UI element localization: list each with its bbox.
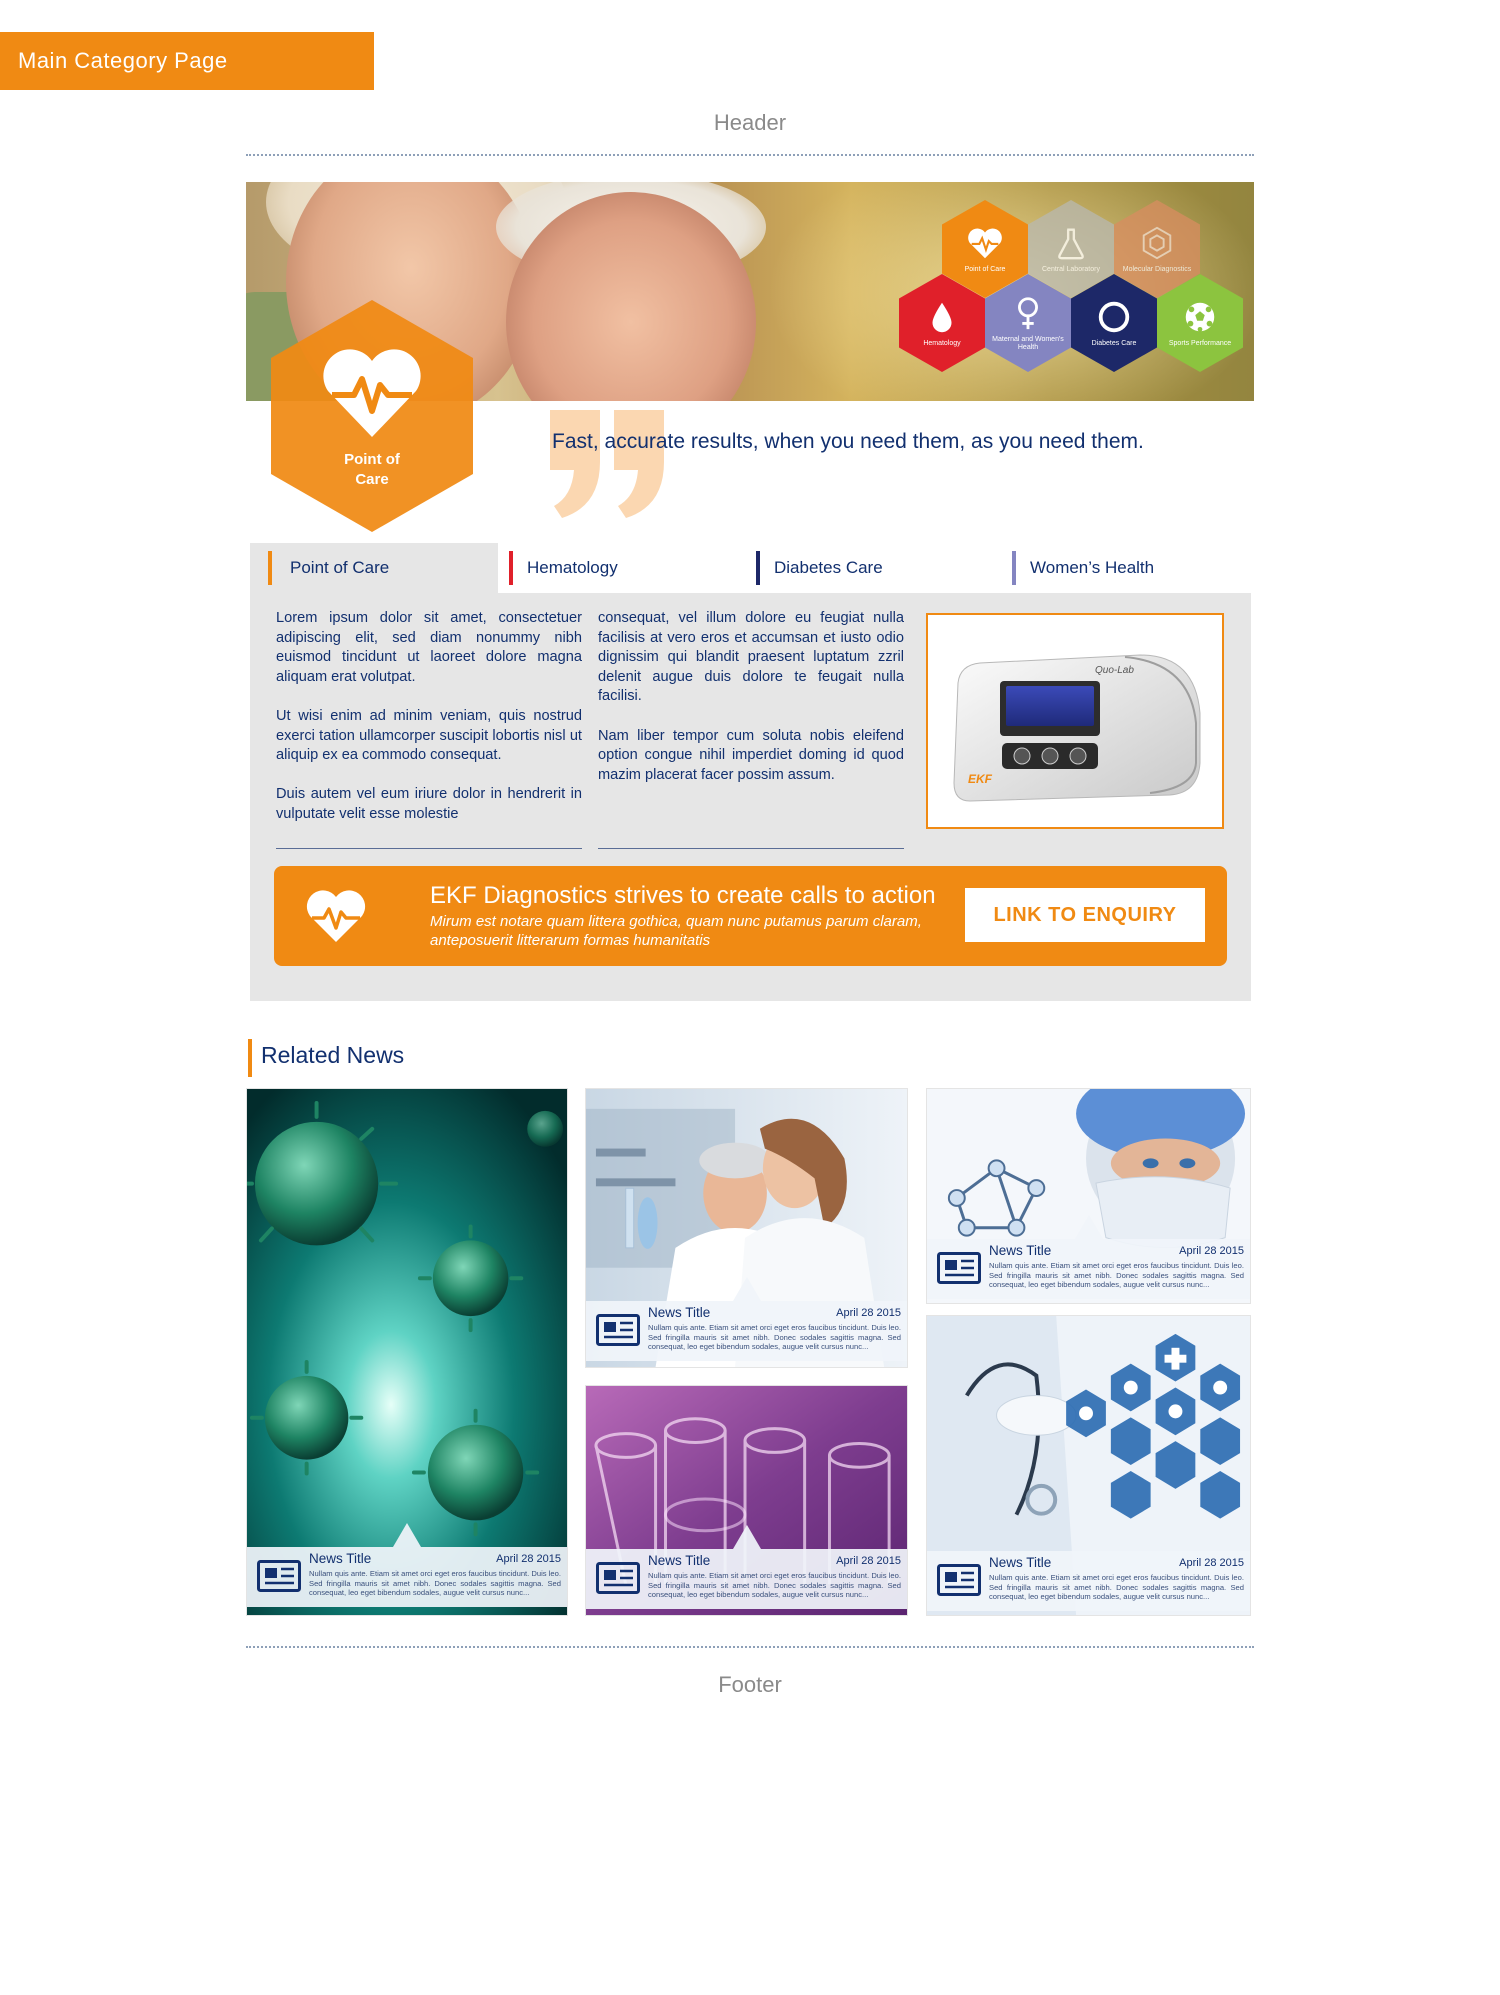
header-placeholder: Header [713,110,787,135]
hex-label: Point of Care [964,266,1006,273]
product-image: Quo-Lab EKF [926,613,1224,829]
news-excerpt: Nullam quis ante. Etiam sit amet orci eg… [648,1571,901,1600]
section-accent-bar [248,1039,252,1077]
card-notch [1074,1215,1103,1239]
card-notch [732,1277,761,1301]
content-column-2: consequat, vel illum dolore eu feugiat n… [598,609,904,805]
news-card[interactable]: News Title April 28 2015 Nullam quis ant… [246,1088,568,1616]
svg-text:Quo-Lab: Quo-Lab [1095,665,1134,676]
enquiry-button[interactable]: LINK TO ENQUIRY [965,888,1205,942]
newspaper-icon [937,1252,981,1284]
news-card-meta: News Title April 28 2015 Nullam quis ant… [586,1525,907,1609]
news-card-meta: News Title April 28 2015 Nullam quis ant… [247,1523,567,1607]
quote-mark-icon [550,410,664,518]
news-card-meta: News Title April 28 2015 Nullam quis ant… [927,1215,1250,1299]
header-divider [246,154,1254,156]
tab-label: Point of Care [290,558,390,577]
tab-diabetes-care[interactable]: Diabetes Care [756,543,976,593]
tab-label: Hematology [527,558,618,577]
paragraph: Ut wisi enim ad minim veniam, quis nostr… [276,707,582,764]
tab-label: Women’s Health [1030,558,1155,577]
newspaper-icon [596,1562,640,1594]
cta-title: EKF Diagnostics strives to create calls … [430,882,936,909]
column-divider [276,848,582,849]
call-to-action-banner: EKF Diagnostics strives to create calls … [274,866,1227,966]
svg-text:EKF: EKF [968,772,993,786]
football-icon [1185,302,1215,332]
news-card-meta: News Title April 28 2015 Nullam quis ant… [586,1277,907,1361]
news-title: News Title [989,1243,1052,1258]
card-notch [393,1523,421,1547]
paragraph: Lorem ipsum dolor sit amet, consectetuer… [276,610,582,685]
heart-pulse-icon [306,890,366,942]
hex-label: Molecular Diagnostics [1122,266,1192,273]
paragraph: Duis autem vel eum iriure dolor in hendr… [276,786,582,822]
paragraph: consequat, vel illum dolore eu feugiat n… [598,610,904,705]
hex-label: Sports Performance [1168,340,1232,347]
blood-drop-icon [932,302,952,333]
molecule-icon [1142,226,1172,260]
female-icon [1018,297,1038,330]
hex-label: Hematology [923,340,961,347]
related-news-heading: Related News [261,1042,405,1068]
news-excerpt: Nullam quis ante. Etiam sit amet orci eg… [648,1323,901,1352]
newspaper-icon [257,1560,301,1592]
heart-pulse-icon [968,228,1002,259]
analyzer-device-image: Quo-Lab EKF [953,654,1201,802]
cta-subtitle: Mirum est notare quam littera gothica, q… [430,913,922,949]
footer-placeholder: Footer [718,1672,782,1697]
newspaper-icon [596,1314,640,1346]
news-date: April 28 2015 [1179,1557,1244,1569]
news-date: April 28 2015 [496,1553,561,1565]
news-title: News Title [989,1555,1052,1570]
news-card[interactable]: News Title April 28 2015 Nullam quis ant… [926,1088,1251,1304]
news-excerpt: Nullam quis ante. Etiam sit amet orci eg… [989,1261,1244,1290]
hex-label: Maternal and Women's Health [992,336,1064,351]
news-excerpt: Nullam quis ante. Etiam sit amet orci eg… [989,1573,1244,1602]
news-date: April 28 2015 [836,1555,901,1567]
news-card[interactable]: News Title April 28 2015 Nullam quis ant… [585,1088,908,1368]
column-divider [598,848,904,849]
category-badge-label: Point of Care [344,451,400,488]
news-date: April 28 2015 [1179,1245,1244,1257]
hero-tagline: Fast, accurate results, when you need th… [552,430,1144,453]
news-card-meta: News Title April 28 2015 Nullam quis ant… [927,1551,1250,1611]
paragraph: Nam liber tempor cum soluta nobis eleife… [598,727,904,783]
news-card[interactable]: News Title April 28 2015 Nullam quis ant… [926,1315,1251,1616]
page-label: Main Category Page [0,32,374,90]
hex-label: Central Laboratory [1042,266,1100,273]
tab-label: Diabetes Care [774,558,883,577]
news-card[interactable]: News Title April 28 2015 Nullam quis ant… [585,1385,908,1616]
flask-icon [1058,228,1084,260]
tab-point-of-care-label[interactable]: Point of Care [268,543,389,593]
newspaper-icon [937,1564,981,1596]
tab-womens-health[interactable]: Women’s Health [1012,543,1232,593]
footer-divider [246,1646,1254,1648]
news-excerpt: Nullam quis ante. Etiam sit amet orci eg… [309,1569,561,1598]
news-date: April 28 2015 [836,1307,901,1319]
circle-icon [1098,301,1130,333]
heart-pulse-icon [323,349,421,437]
news-title: News Title [648,1305,711,1320]
news-title: News Title [648,1553,711,1568]
content-column-1: Lorem ipsum dolor sit amet, consectetuer… [276,609,582,844]
hex-label: Diabetes Care [1091,340,1137,347]
tab-hematology[interactable]: Hematology [509,543,729,593]
news-title: News Title [309,1551,372,1566]
card-notch [732,1525,761,1549]
